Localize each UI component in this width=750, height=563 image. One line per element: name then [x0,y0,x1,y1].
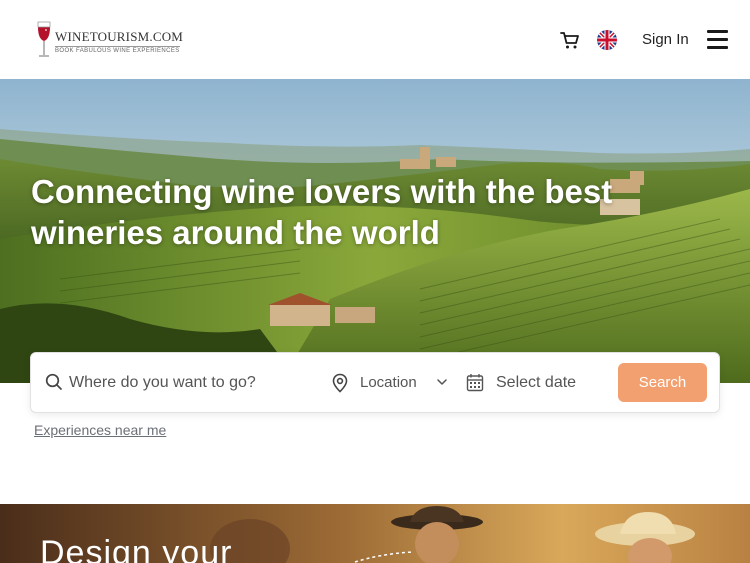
section-title: Design your [40,534,233,563]
calendar-icon [466,374,484,392]
hamburger-menu-icon[interactable] [707,30,728,49]
destination-search-input[interactable] [69,371,309,395]
location-select[interactable]: Location [360,374,417,391]
site-header: WINETOURISM.COM BOOK FABULOUS WINE EXPER… [0,0,750,79]
logo-name: WINETOURISM.COM [55,29,184,44]
search-bar: Location Select date Search [30,352,720,413]
hero-title: Connecting wine lovers with the best win… [31,173,613,251]
wine-glass-icon [37,21,51,57]
chevron-down-icon[interactable] [437,378,447,386]
experiences-near-me-link[interactable]: Experiences near me [34,422,166,438]
design-section-banner: Design your [0,504,750,563]
sign-in-link[interactable]: Sign In [642,31,689,48]
site-logo[interactable]: WINETOURISM.COM BOOK FABULOUS WINE EXPER… [35,19,195,61]
location-pin-icon [332,373,348,393]
search-icon [45,373,62,390]
hero-banner: Connecting wine lovers with the best win… [0,79,750,383]
logo-tagline: BOOK FABULOUS WINE EXPERIENCES [55,46,180,54]
search-button[interactable]: Search [618,363,707,402]
uk-flag-icon[interactable] [597,30,617,50]
date-picker[interactable]: Select date [496,374,576,392]
cart-icon[interactable] [559,29,581,51]
